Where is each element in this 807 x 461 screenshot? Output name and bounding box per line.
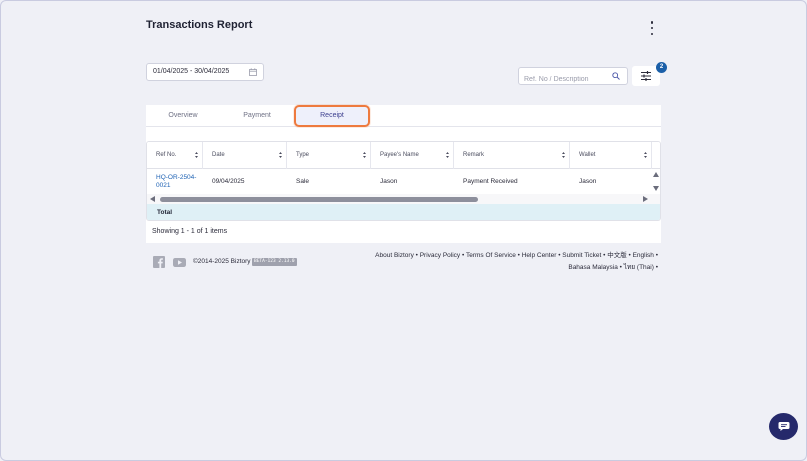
remark-cell: Payment Received (463, 178, 518, 185)
footer-link-privacy[interactable]: Privacy Policy (420, 252, 460, 259)
date-range-value: 01/04/2025 - 30/04/2025 (153, 68, 230, 75)
horizontal-scrollbar[interactable] (147, 194, 660, 204)
table-header: Ref No. Date Type Payee's Name Remark Wa… (147, 142, 660, 169)
scroll-left-arrow-icon[interactable] (150, 196, 155, 202)
sort-icon (446, 152, 449, 158)
sort-icon (562, 152, 565, 158)
footer-link-chinese[interactable]: 中文版 (607, 252, 627, 259)
search-box (518, 67, 628, 88)
sort-icon (644, 152, 647, 158)
sort-icon (195, 152, 198, 158)
calendar-icon (249, 68, 257, 76)
tab-payment[interactable]: Payment (220, 105, 294, 127)
footer-link-about[interactable]: About Biztory (375, 252, 414, 259)
column-header-wallet[interactable]: Wallet (570, 142, 652, 169)
pagination-summary: Showing 1 - 1 of 1 items (152, 228, 228, 235)
scroll-right-arrow-icon[interactable] (643, 196, 648, 202)
filter-count-badge: 2 (656, 62, 667, 73)
search-icon[interactable] (612, 72, 620, 80)
page-title: Transactions Report (146, 19, 253, 31)
footer-link-submit-ticket[interactable]: Submit Ticket (562, 252, 601, 259)
scrollbar-thumb[interactable] (160, 197, 478, 202)
column-header-payee[interactable]: Payee's Name (371, 142, 454, 169)
facebook-icon[interactable] (153, 256, 165, 268)
payee-cell: Jason (380, 178, 398, 185)
scroll-up-arrow-icon[interactable] (653, 172, 659, 177)
table-row: HQ-OR-2504-0021 09/04/2025 Sale Jason Pa… (147, 169, 660, 194)
tab-overview[interactable]: Overview (146, 105, 220, 127)
filter-sliders-icon (641, 71, 651, 81)
youtube-icon[interactable] (173, 256, 186, 268)
column-header-remark[interactable]: Remark (454, 142, 570, 169)
search-input[interactable] (519, 71, 605, 88)
copyright-text: ©2014-2025 Biztory (193, 258, 251, 265)
column-header-type[interactable]: Type (287, 142, 371, 169)
ref-no-link[interactable]: HQ-OR-2504-0021 (147, 169, 203, 194)
sort-icon (279, 152, 282, 158)
footer-link-help[interactable]: Help Center (522, 252, 557, 259)
total-row: Total (147, 204, 660, 220)
footer-link-english[interactable]: English (633, 252, 654, 259)
version-badge: BETA-123 2.13.0 (252, 258, 297, 266)
footer-link-terms[interactable]: Terms Of Service (466, 252, 516, 259)
footer-link-malay[interactable]: Bahasa Malaysia (568, 264, 618, 271)
report-tabs: Overview Payment Receipt (146, 105, 661, 127)
date-cell: 09/04/2025 (212, 178, 245, 185)
date-range-picker[interactable]: 01/04/2025 - 30/04/2025 (146, 63, 264, 81)
column-header-date[interactable]: Date (203, 142, 287, 169)
transactions-table: Ref No. Date Type Payee's Name Remark Wa… (146, 141, 661, 221)
more-options-icon[interactable] (648, 21, 656, 35)
sort-icon (363, 152, 366, 158)
type-cell: Sale (296, 178, 310, 185)
wallet-cell: Jason (579, 178, 597, 185)
column-header-ref-no[interactable]: Ref No. (147, 142, 203, 169)
tab-receipt[interactable]: Receipt (294, 105, 370, 127)
report-card: Overview Payment Receipt Ref No. Date Ty… (146, 105, 661, 243)
chat-support-button[interactable] (769, 413, 798, 440)
footer-link-thai[interactable]: ไทย (Thai) (624, 264, 654, 271)
chat-bubble-icon (778, 422, 789, 431)
scroll-down-arrow-icon[interactable] (653, 186, 659, 191)
footer-links: About Biztory • Privacy Policy • Terms O… (375, 252, 658, 271)
